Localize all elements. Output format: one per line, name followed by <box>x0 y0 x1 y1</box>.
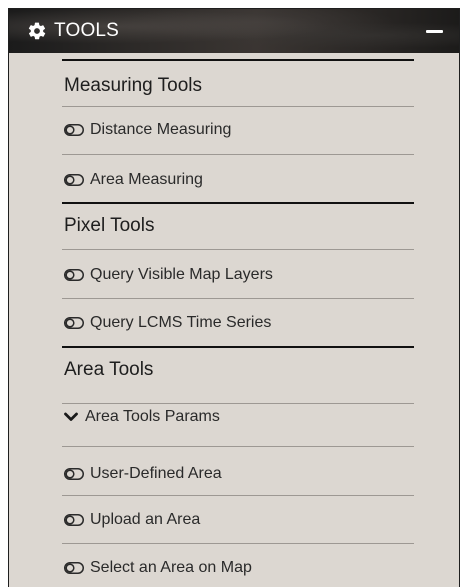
area-measuring-toggle[interactable]: Area Measuring <box>64 167 203 193</box>
item-divider <box>62 154 414 155</box>
toggle-off-icon <box>64 174 84 186</box>
item-divider <box>62 543 414 544</box>
section-title-area-tools: Area Tools <box>64 359 154 380</box>
item-label: Distance Measuring <box>90 121 232 138</box>
distance-measuring-toggle[interactable]: Distance Measuring <box>64 117 231 143</box>
chevron-down-icon <box>64 412 78 421</box>
toggle-off-icon <box>64 269 84 281</box>
item-divider <box>62 249 414 250</box>
gear-icon <box>28 22 46 40</box>
toggle-off-icon <box>64 124 84 136</box>
item-label: Area Tools Params <box>85 408 220 425</box>
item-divider <box>62 446 414 447</box>
item-label: Query LCMS Time Series <box>90 314 272 331</box>
section-divider <box>62 59 414 61</box>
area-tools-params-expander[interactable]: Area Tools Params <box>64 404 220 430</box>
query-lcms-time-series-toggle[interactable]: Query LCMS Time Series <box>64 310 271 336</box>
section-divider <box>62 346 414 348</box>
item-divider <box>62 106 414 107</box>
section-title-measuring-tools: Measuring Tools <box>64 75 203 96</box>
item-label: User-Defined Area <box>90 465 222 482</box>
user-defined-area-toggle[interactable]: User-Defined Area <box>64 461 222 487</box>
tools-panel: TOOLS Measuring Tools Distance Measuring… <box>8 8 460 587</box>
item-label: Upload an Area <box>90 511 201 528</box>
item-divider <box>62 495 414 496</box>
tools-header[interactable]: TOOLS <box>9 9 459 53</box>
toggle-off-icon <box>64 317 84 329</box>
collapse-button[interactable] <box>423 21 447 41</box>
item-label: Area Measuring <box>90 171 203 188</box>
item-divider <box>62 298 414 299</box>
upload-an-area-toggle[interactable]: Upload an Area <box>64 507 200 533</box>
toggle-off-icon <box>64 562 84 574</box>
minus-icon <box>426 30 443 33</box>
query-visible-map-layers-toggle[interactable]: Query Visible Map Layers <box>64 262 273 288</box>
select-an-area-on-map-toggle[interactable]: Select an Area on Map <box>64 555 252 581</box>
toggle-off-icon <box>64 514 84 526</box>
panel-title: TOOLS <box>54 20 120 41</box>
item-label: Select an Area on Map <box>90 559 252 576</box>
item-label: Query Visible Map Layers <box>90 266 273 283</box>
section-divider <box>62 202 414 204</box>
toggle-off-icon <box>64 468 84 480</box>
section-title-pixel-tools: Pixel Tools <box>64 215 155 236</box>
